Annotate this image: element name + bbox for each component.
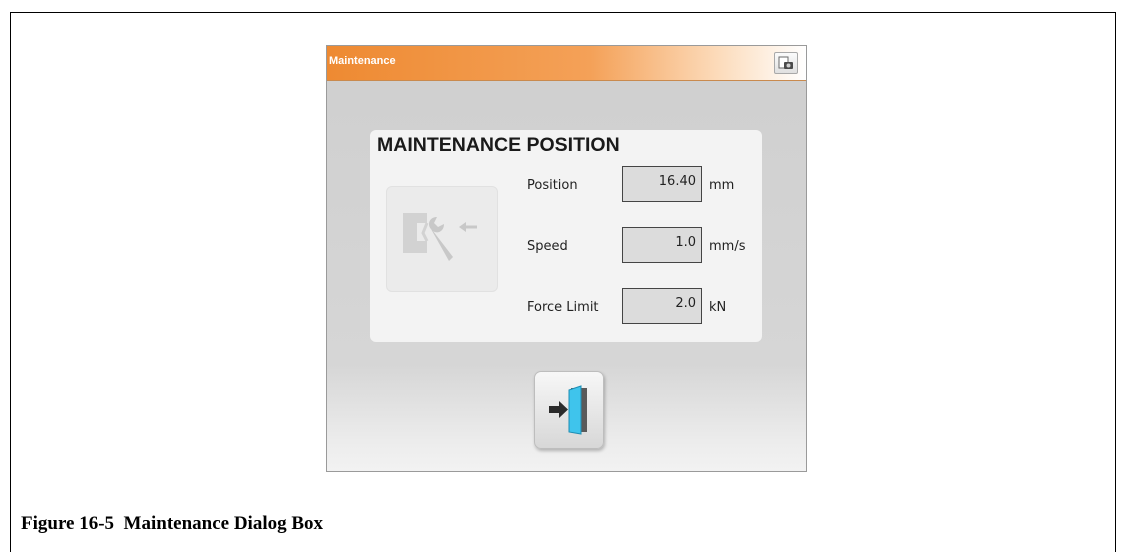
position-value-field[interactable]: 16.40	[622, 166, 702, 202]
window-title: Maintenance	[329, 55, 396, 67]
position-label: Position	[527, 178, 578, 193]
move-to-maintenance-button[interactable]	[386, 186, 498, 292]
speed-value-field[interactable]: 1.0	[622, 227, 702, 263]
exit-door-icon	[549, 385, 587, 435]
force-limit-label: Force Limit	[527, 300, 599, 315]
screenshot-camera-icon	[778, 56, 793, 69]
figure-caption: Figure 16-5 Maintenance Dialog Box	[21, 513, 324, 534]
force-limit-value-field[interactable]: 2.0	[622, 288, 702, 324]
exit-button[interactable]	[534, 371, 604, 449]
speed-unit: mm/s	[709, 239, 746, 254]
maintenance-wrench-icon	[403, 213, 477, 261]
panel-title: MAINTENANCE POSITION	[377, 134, 620, 156]
maintenance-dialog: Maintenance MAINTENANCE POSITION Positio…	[326, 45, 807, 472]
position-unit: mm	[709, 178, 735, 193]
speed-label: Speed	[527, 239, 568, 254]
title-bar: Maintenance	[327, 46, 806, 81]
screenshot-button[interactable]	[774, 52, 798, 74]
force-limit-unit: kN	[709, 300, 727, 315]
maintenance-position-panel: MAINTENANCE POSITION Position 16.40 mm S…	[370, 130, 762, 342]
